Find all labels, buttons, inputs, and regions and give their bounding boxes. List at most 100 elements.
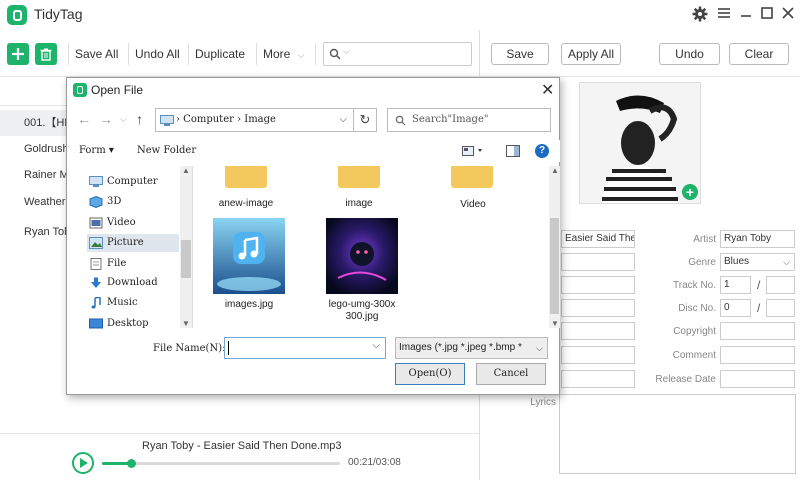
lyrics-textarea[interactable] — [559, 394, 796, 474]
forward-arrow-icon[interactable]: → — [99, 111, 113, 127]
download-arrow-icon — [91, 277, 101, 288]
release-date-field[interactable] — [720, 370, 795, 388]
track-total-field[interactable] — [766, 276, 795, 294]
help-icon[interactable]: ? — [535, 144, 549, 158]
dialog-search-input[interactable]: Search"Image" — [387, 108, 551, 132]
folder-icon[interactable] — [225, 166, 267, 188]
chevron-down-icon[interactable]: ⌵ — [372, 340, 380, 351]
file-type-select[interactable]: Images (*.jpg *.jpeg *.bmp * ⌵ — [395, 337, 548, 359]
up-arrow-icon[interactable]: ↑ — [136, 111, 143, 127]
text-cursor — [228, 341, 229, 355]
open-button[interactable]: Open(O) — [395, 363, 465, 385]
dialog-title: Open File — [91, 83, 144, 97]
nav-scroll-thumb[interactable] — [181, 240, 191, 278]
nav-item-video[interactable]: Video — [87, 214, 179, 232]
file-label-lego-jpg[interactable]: lego-umg-300x 300.jpg — [307, 299, 417, 323]
computer-icon — [160, 115, 174, 126]
save-button[interactable]: Save — [491, 43, 549, 65]
computer-icon — [89, 176, 103, 187]
dialog-close-icon[interactable]: ✕ — [541, 80, 554, 100]
nav-item-download[interactable]: Download — [87, 274, 179, 292]
address-bar[interactable]: › Computer › Image ⌵ — [155, 108, 354, 132]
copyright-field[interactable] — [720, 322, 795, 340]
cancel-button[interactable]: Cancel — [476, 363, 546, 385]
picture-icon — [89, 237, 103, 249]
nav-item-desktop[interactable]: Desktop — [87, 315, 179, 333]
scroll-up-icon[interactable]: ▲ — [182, 166, 190, 175]
scroll-down-icon[interactable]: ▼ — [551, 319, 559, 328]
album-art[interactable] — [579, 82, 701, 204]
desktop-icon — [89, 318, 103, 329]
nav-item-3d[interactable]: 3D — [87, 193, 179, 211]
nav-item-label: Computer — [107, 176, 158, 187]
folder-label-video[interactable]: Video — [418, 199, 528, 211]
more-dropdown[interactable]: More ⌵ — [256, 43, 316, 65]
settings-gear-icon[interactable] — [692, 6, 708, 22]
undo-all-button[interactable]: Undo All — [128, 43, 188, 65]
folder-label-image[interactable]: image — [304, 198, 414, 210]
files-scrollbar[interactable]: ▲ ▼ — [549, 166, 560, 328]
form-menu[interactable]: Form ▾ — [79, 145, 114, 156]
play-button[interactable] — [72, 452, 94, 474]
nav-item-computer[interactable]: Computer — [87, 173, 179, 191]
now-playing-title: Ryan Toby - Easier Said Then Done.mp3 — [142, 440, 342, 452]
copyright-label: Copyright — [673, 326, 716, 337]
artist-label: Artist — [693, 234, 716, 245]
genre-select[interactable]: Blues ⌵ — [720, 253, 795, 271]
undo-button[interactable]: Undo — [659, 43, 720, 65]
progress-track[interactable] — [102, 462, 340, 465]
bpm-field[interactable] — [561, 346, 635, 364]
delete-button[interactable] — [35, 43, 57, 65]
nav-item-label: Music — [107, 297, 138, 308]
file-name-input[interactable]: ⌵ — [224, 337, 386, 359]
artist-field[interactable]: Ryan Toby — [720, 230, 795, 248]
apply-all-button[interactable]: Apply All — [561, 43, 621, 65]
back-arrow-icon[interactable]: ← — [77, 111, 91, 127]
image-thumbnail[interactable] — [326, 218, 398, 294]
recent-chevron-icon[interactable]: ⌵ — [120, 114, 127, 125]
new-folder-button[interactable]: New Folder — [137, 145, 196, 156]
more-label: More — [263, 47, 291, 61]
close-icon[interactable] — [780, 6, 796, 22]
comment-field[interactable] — [720, 346, 795, 364]
album-artist-field[interactable] — [561, 276, 635, 294]
file-label-images-jpg[interactable]: images.jpg — [194, 299, 304, 311]
files-scroll-thumb[interactable] — [550, 218, 559, 314]
nav-item-file[interactable]: File — [87, 255, 179, 273]
nav-item-picture[interactable]: Picture — [87, 234, 179, 252]
folder-icon[interactable] — [338, 166, 380, 188]
preview-pane-icon[interactable] — [506, 145, 520, 160]
refresh-button[interactable]: ↻ — [353, 108, 377, 132]
scroll-up-icon[interactable]: ▲ — [551, 166, 559, 175]
album-field[interactable] — [561, 253, 635, 271]
track-number-field[interactable]: 1 — [720, 276, 751, 294]
folder-icon[interactable] — [451, 166, 493, 188]
duplicate-button[interactable]: Duplicate — [188, 43, 250, 65]
search-input[interactable]: ⌵ — [323, 42, 472, 66]
year-field[interactable] — [561, 299, 635, 317]
nav-item-music[interactable]: Music — [87, 294, 179, 312]
clear-button[interactable]: Clear — [729, 43, 789, 65]
add-file-button[interactable] — [7, 43, 29, 65]
music-note-icon — [91, 297, 101, 309]
disc-label: Disc No. — [678, 303, 716, 314]
cube-icon — [89, 196, 103, 208]
image-thumbnail[interactable] — [213, 218, 285, 294]
composer-field[interactable] — [561, 322, 635, 340]
encoder-field[interactable] — [561, 370, 635, 388]
title-field[interactable]: Easier Said Ther — [561, 230, 635, 248]
minimize-icon[interactable] — [738, 6, 754, 22]
folder-label-anew-image[interactable]: anew-image — [191, 198, 301, 210]
app-logo-icon — [7, 5, 27, 25]
progress-knob[interactable] — [126, 459, 136, 468]
maximize-icon[interactable] — [759, 6, 775, 22]
nav-scrollbar[interactable]: ▲ ▼ — [180, 166, 192, 328]
add-artwork-button[interactable]: + — [682, 184, 698, 200]
save-all-button[interactable]: Save All — [68, 43, 125, 65]
title-bar: TidyTag — [0, 0, 800, 30]
disc-total-field[interactable] — [766, 299, 795, 317]
view-options-icon[interactable] — [462, 146, 484, 160]
scroll-down-icon[interactable]: ▼ — [182, 319, 190, 328]
menu-icon[interactable] — [716, 6, 732, 22]
disc-number-field[interactable]: 0 — [720, 299, 751, 317]
